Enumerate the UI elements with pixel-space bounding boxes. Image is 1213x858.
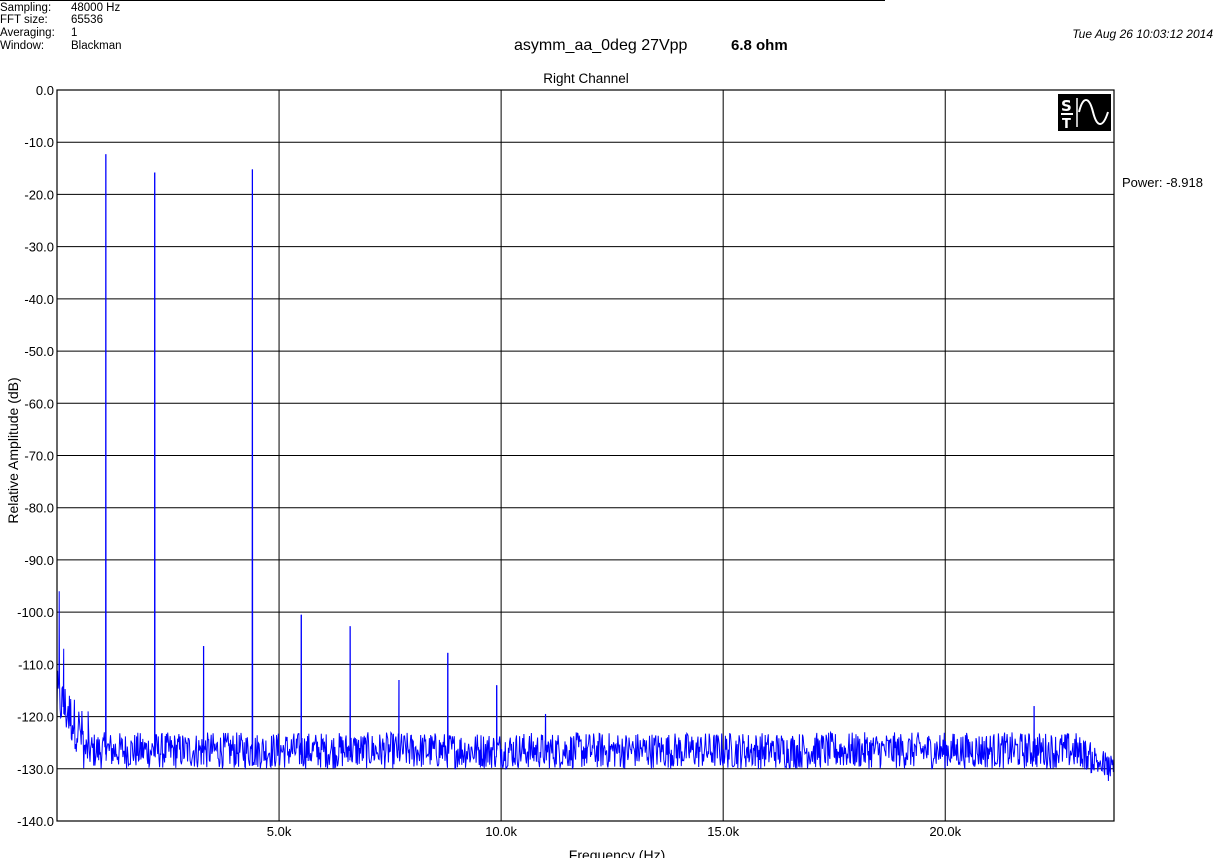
y-axis-label: Relative Amplitude (dB) bbox=[5, 377, 21, 523]
x-tick-label: 20.0k bbox=[929, 824, 961, 839]
y-axis-ticks: 0.0 -10.0 -20.0 -30.0 -40.0 -50.0 -60.0 -70.0 -8… bbox=[17, 83, 54, 829]
y-tick-label: -110.0 bbox=[18, 657, 54, 672]
y-tick-label: -130.0 bbox=[17, 762, 54, 777]
spectrum-series bbox=[56, 154, 1115, 782]
y-tick-label: -10.0 bbox=[24, 135, 54, 150]
x-tick-label: 15.0k bbox=[707, 824, 739, 839]
y-tick-label: -120.0 bbox=[17, 710, 54, 725]
chart-grid bbox=[57, 89, 1114, 822]
y-tick-label: -100.0 bbox=[17, 605, 54, 620]
st-sine-logo-icon: S T bbox=[1058, 94, 1111, 132]
y-tick-label: -140.0 bbox=[17, 814, 54, 829]
fft-chart: 0.0 -10.0 -20.0 -30.0 -40.0 -50.0 -60.0 -70.0 -8… bbox=[5, 83, 1115, 858]
x-tick-label: 5.0k bbox=[267, 824, 292, 839]
y-tick-label: -40.0 bbox=[24, 292, 54, 307]
y-tick-label: -80.0 bbox=[24, 501, 54, 516]
y-tick-label: -50.0 bbox=[24, 344, 54, 359]
y-tick-label: -70.0 bbox=[24, 449, 54, 464]
svg-text:T: T bbox=[1062, 117, 1071, 131]
x-axis-label: Frequency (Hz) bbox=[569, 847, 665, 858]
y-tick-label: -60.0 bbox=[24, 396, 54, 411]
y-tick-label: 0.0 bbox=[36, 83, 54, 98]
y-tick-label: -90.0 bbox=[24, 553, 54, 568]
y-tick-label: -20.0 bbox=[24, 187, 54, 202]
spectrum-line bbox=[56, 154, 1115, 782]
y-tick-label: -30.0 bbox=[24, 240, 54, 255]
x-tick-label: 10.0k bbox=[485, 824, 517, 839]
x-axis-ticks: 5.0k 10.0k 15.0k 20.0k bbox=[267, 824, 962, 839]
svg-text:S: S bbox=[1061, 97, 1072, 115]
